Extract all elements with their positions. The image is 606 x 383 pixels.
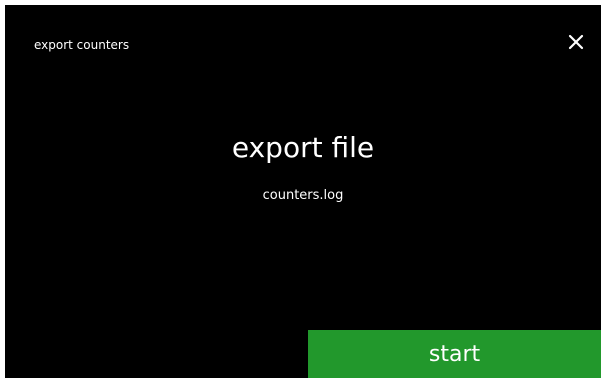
close-button[interactable] xyxy=(564,30,588,54)
export-file-heading: export file xyxy=(231,131,375,164)
screen-title: export counters xyxy=(34,38,130,52)
start-button[interactable]: start xyxy=(308,330,601,378)
export-counters-screen: export counters export file counters.log… xyxy=(5,5,601,378)
close-icon xyxy=(568,34,584,50)
export-filename: counters.log xyxy=(262,188,344,203)
